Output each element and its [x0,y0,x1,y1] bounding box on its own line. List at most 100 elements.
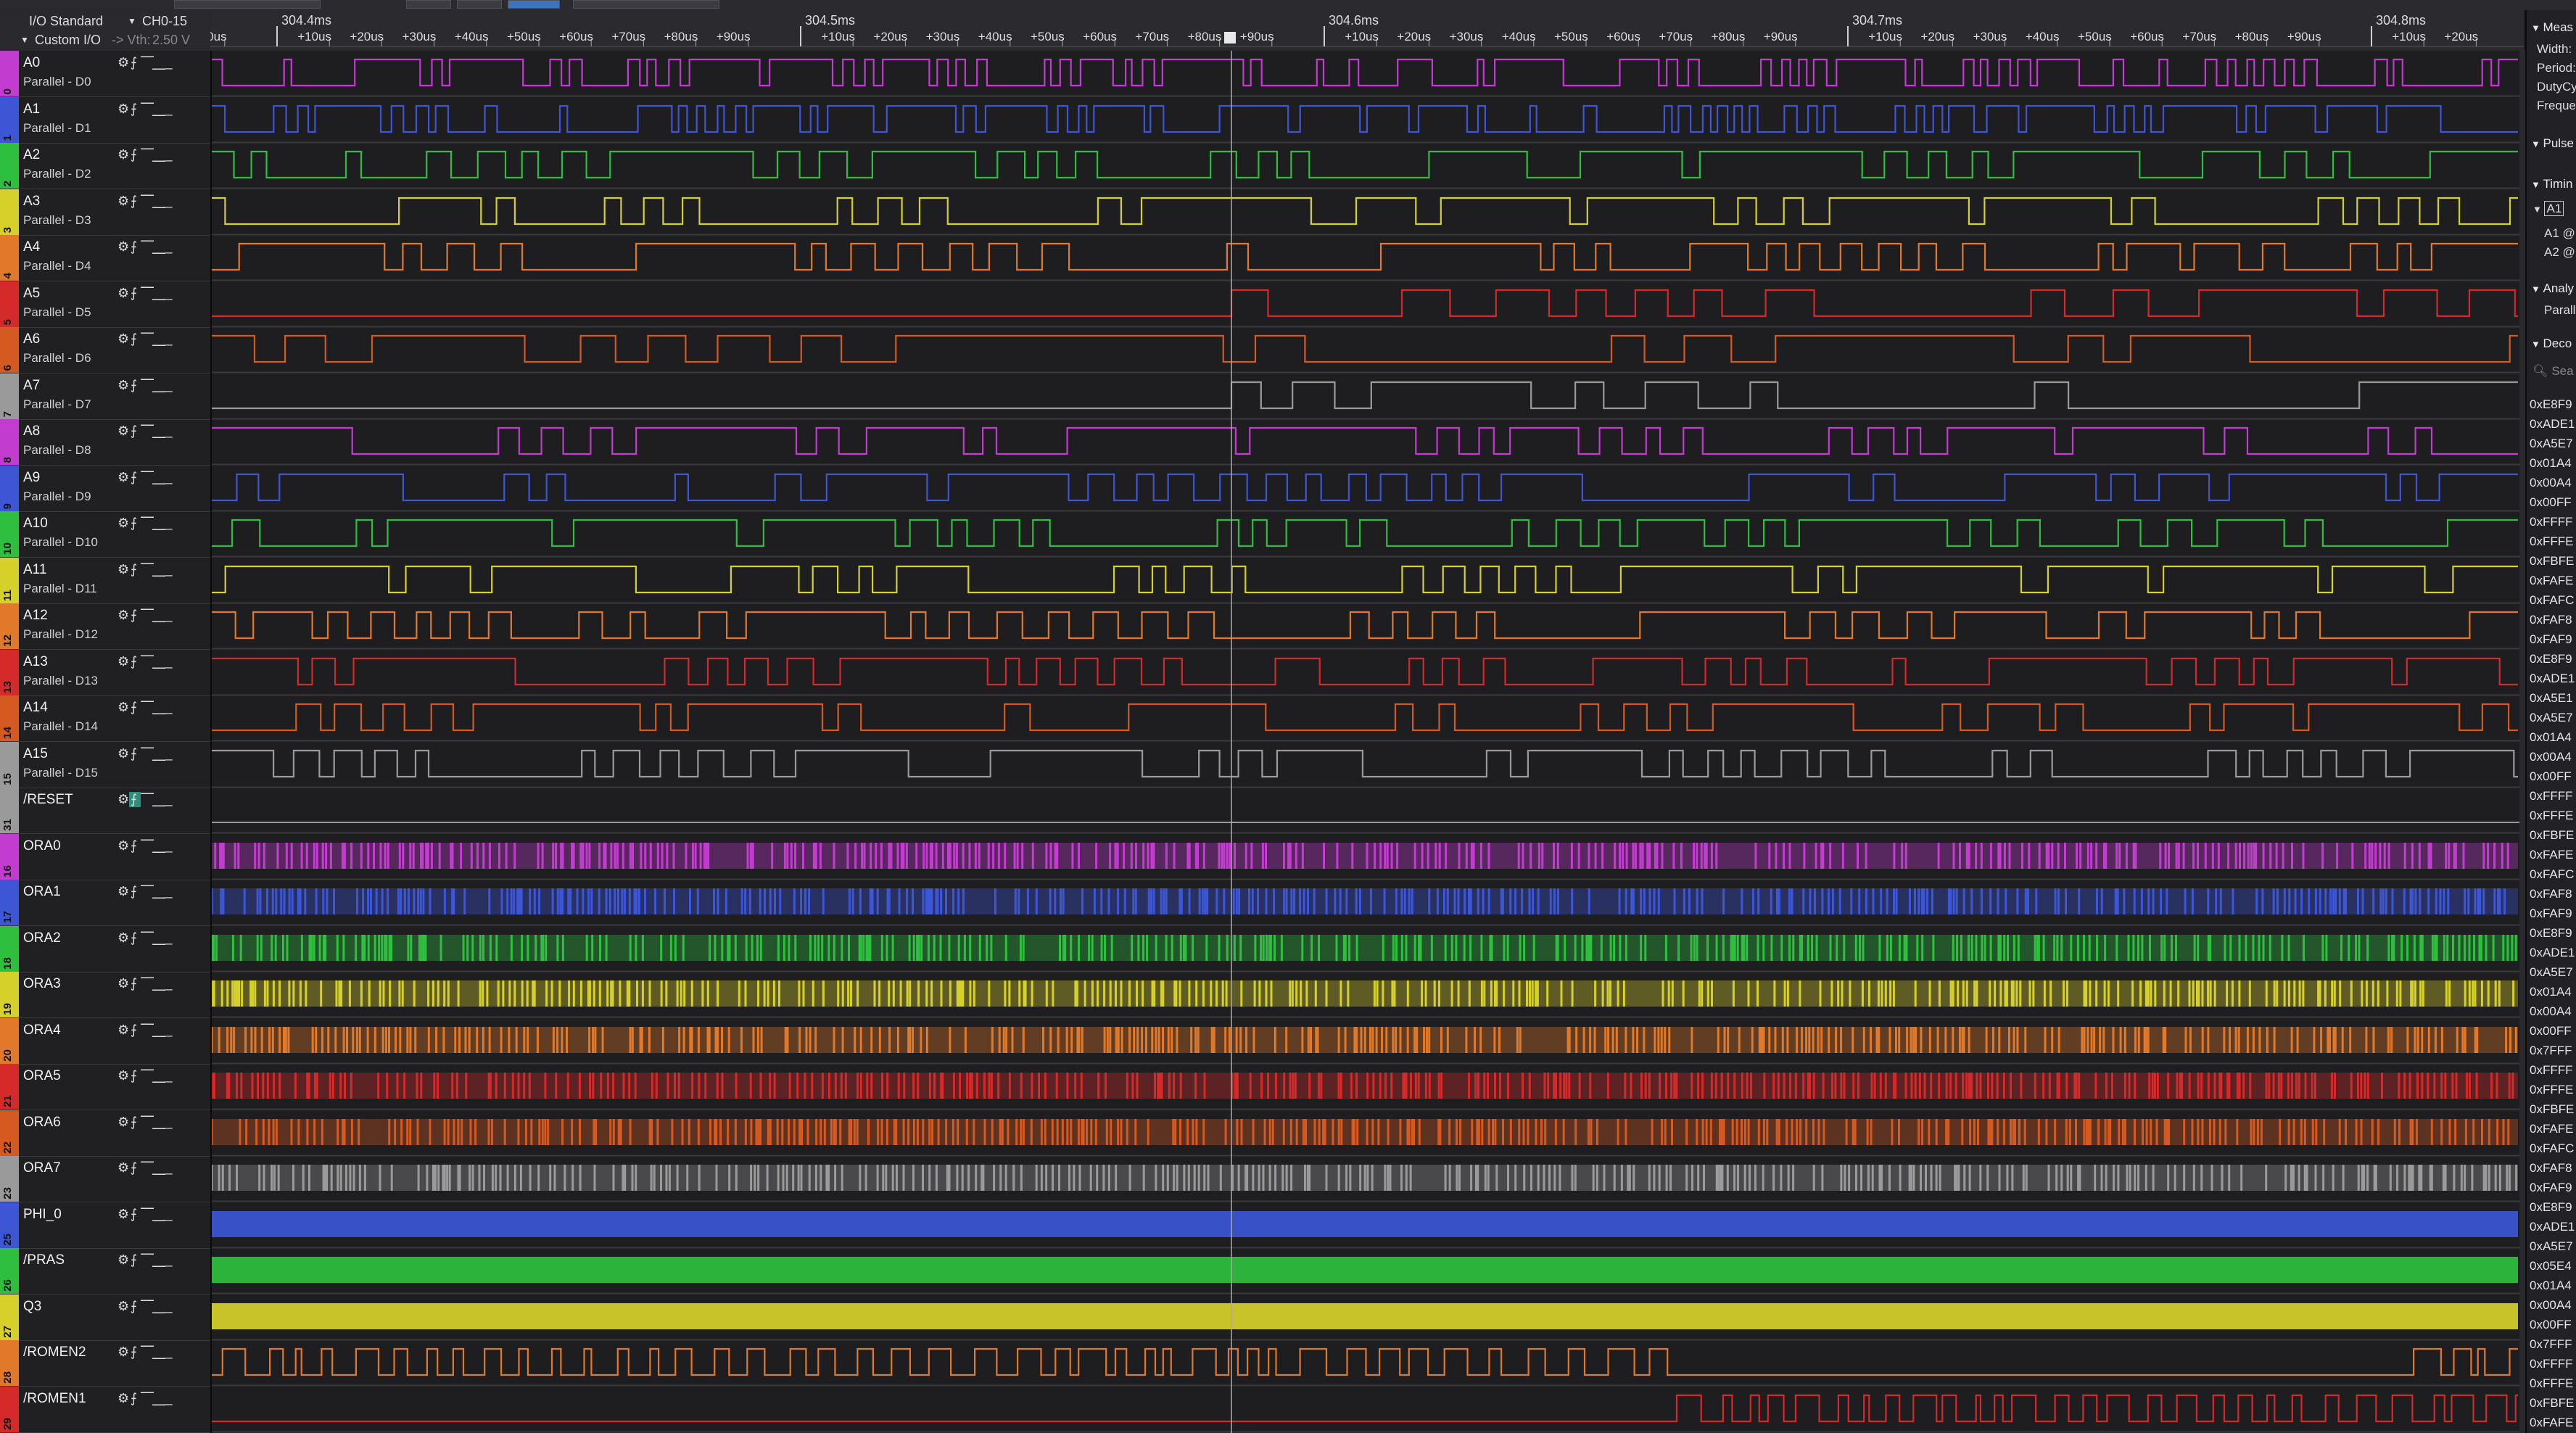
channel-row[interactable]: 28 /ROMEN2 ⚙⨍ ⎺⎽_ [0,1340,210,1387]
gear-icon[interactable]: ⚙ [117,838,129,854]
trigger-falling-icon[interactable]: ⎽ [152,654,165,669]
channel-row[interactable]: 29 /ROMEN1 ⚙⨍ ⎺⎽_ [0,1387,210,1433]
channel-row[interactable]: 4 A4 Parallel - D4 ⚙⨍ ⎺⎽_ [0,235,210,281]
chevron-down-icon[interactable]: ▼ [128,12,136,30]
gear-icon[interactable]: ⚙ [117,1299,129,1314]
decoded-value[interactable]: 0xFFFE [2530,1376,2573,1391]
timing-marker-a1[interactable]: A1 [2544,201,2564,216]
channel-name[interactable]: ORA5 [23,1068,61,1084]
trigger-falling-icon[interactable]: ⎽ [152,608,165,623]
channel-color-bar[interactable]: 17 [0,880,19,925]
channel-color-bar[interactable]: 23 [0,1156,19,1202]
trigger-low-icon[interactable]: _ [164,1391,176,1406]
decoded-value[interactable]: 0xFAF8 [2530,613,2572,627]
toolbar-button[interactable] [457,0,502,9]
trigger-rising-icon[interactable]: ⎺ [141,884,154,899]
trigger-falling-icon[interactable]: ⎽ [152,331,165,347]
collapse-icon[interactable]: ▼ [2532,204,2544,215]
trigger-edge-icon[interactable]: ⨍ [129,1023,141,1038]
decoded-value[interactable]: 0x00FF [2530,1318,2572,1332]
trigger-low-icon[interactable]: _ [164,930,176,946]
trigger-edge-icon[interactable]: ⨍ [129,1299,141,1314]
gear-icon[interactable]: ⚙ [117,1115,129,1130]
pulse-header[interactable]: Pulse [2543,136,2574,150]
trigger-low-icon[interactable]: _ [164,884,176,899]
channel-row[interactable]: 0 A0 Parallel - D0 ⚙⨍ ⎺⎽_ [0,51,210,97]
trigger-falling-icon[interactable]: ⎽ [152,55,165,70]
gear-icon[interactable]: ⚙ [117,608,129,623]
trigger-edge-icon[interactable]: ⨍ [129,700,141,715]
trigger-edge-icon[interactable]: ⨍ [129,1345,141,1360]
decoded-value[interactable]: 0xFBFE [2530,1102,2574,1117]
vth-value[interactable]: 2.50 V [152,30,190,49]
trigger-edge-icon[interactable]: ⨍ [129,102,141,117]
channel-name[interactable]: ORA1 [23,884,61,900]
decoded-value[interactable]: 0xFAF9 [2530,1181,2572,1195]
trigger-rising-icon[interactable]: ⎺ [141,331,154,347]
channel-color-bar[interactable]: 26 [0,1248,19,1294]
trigger-falling-icon[interactable]: ⎽ [152,930,165,946]
trigger-falling-icon[interactable]: ⎽ [152,562,165,577]
trigger-edge-icon[interactable]: ⨍ [129,1207,141,1222]
decoded-value[interactable]: 0xA5E1 [2530,691,2573,706]
trigger-rising-icon[interactable]: ⎺ [141,838,154,854]
chevron-down-icon[interactable]: ▼ [20,30,29,49]
trigger-low-icon[interactable]: _ [164,1115,176,1130]
decoded-value[interactable]: 0x7FFF [2530,1044,2572,1058]
decoded-value[interactable]: 0xFAFE [2530,848,2573,862]
trigger-edge-icon[interactable]: ⨍ [129,1068,141,1083]
toolbar-button[interactable] [406,0,451,9]
channel-color-bar[interactable]: 27 [0,1294,19,1340]
trigger-low-icon[interactable]: _ [164,608,176,623]
trigger-falling-icon[interactable]: ⎽ [152,424,165,439]
trigger-edge-icon[interactable]: ⨍ [129,930,141,946]
decoded-value[interactable]: 0xFFFE [2530,534,2573,549]
channel-name[interactable]: A2 [23,147,40,163]
gear-icon[interactable]: ⚙ [117,424,129,439]
trigger-rising-icon[interactable]: ⎺ [141,1023,154,1038]
trigger-falling-icon[interactable]: ⎽ [152,1345,165,1360]
decoded-value[interactable]: 0xFAFE [2530,1122,2573,1136]
decoded-value[interactable]: 0xFAFC [2530,1141,2574,1156]
channel-color-bar[interactable]: 4 [0,235,19,281]
trigger-edge-icon[interactable]: ⨍ [129,424,141,439]
decoded-value[interactable]: 0xE8F9 [2530,652,2572,666]
toolbar-field[interactable] [573,0,719,9]
channel-name[interactable]: ORA2 [23,930,61,946]
channel-color-bar[interactable]: 29 [0,1387,19,1432]
channel-color-bar[interactable]: 2 [0,143,19,189]
channel-name[interactable]: A15 [23,746,48,762]
trigger-falling-icon[interactable]: ⎽ [152,746,165,761]
analyzers-header[interactable]: Analy [2543,281,2574,295]
trigger-low-icon[interactable]: _ [164,516,176,531]
measurements-header[interactable]: Meas [2543,20,2573,34]
trigger-low-icon[interactable]: _ [164,654,176,669]
trigger-edge-icon[interactable]: ⨍ [129,838,141,854]
channel-name[interactable]: A9 [23,470,40,486]
trigger-low-icon[interactable]: _ [164,792,176,807]
channel-name[interactable]: A8 [23,424,40,439]
decoded-value[interactable]: 0xFFFE [2530,1083,2573,1097]
trigger-rising-icon[interactable]: ⎺ [141,424,154,439]
channel-name[interactable]: ORA7 [23,1160,61,1176]
channel-color-bar[interactable]: 3 [0,189,19,235]
vertical-scrollbar[interactable] [2519,51,2525,1433]
decoded-value[interactable]: 0xFAFC [2530,593,2574,608]
trigger-falling-icon[interactable]: ⎽ [152,378,165,393]
trigger-falling-icon[interactable]: ⎽ [152,239,165,255]
gear-icon[interactable]: ⚙ [117,1207,129,1222]
trigger-edge-icon[interactable]: ⨍ [129,1391,141,1406]
trigger-edge-icon[interactable]: ⨍ [129,562,141,577]
gear-icon[interactable]: ⚙ [117,239,129,255]
trigger-rising-icon[interactable]: ⎺ [141,1252,154,1268]
trigger-rising-icon[interactable]: ⎺ [141,1345,154,1360]
trigger-falling-icon[interactable]: ⎽ [152,976,165,991]
trigger-edge-icon[interactable]: ⨍ [129,286,141,301]
channel-row[interactable]: 19 ORA3 ⚙⨍ ⎺⎽_ [0,972,210,1018]
channel-row[interactable]: 22 ORA6 ⚙⨍ ⎺⎽_ [0,1110,210,1157]
trigger-low-icon[interactable]: _ [164,102,176,117]
decoded-value[interactable]: 0x01A4 [2530,1279,2572,1293]
decoded-value[interactable]: 0xFBFE [2530,554,2574,569]
trigger-low-icon[interactable]: _ [164,700,176,715]
channel-row[interactable]: 6 A6 Parallel - D6 ⚙⨍ ⎺⎽_ [0,327,210,373]
